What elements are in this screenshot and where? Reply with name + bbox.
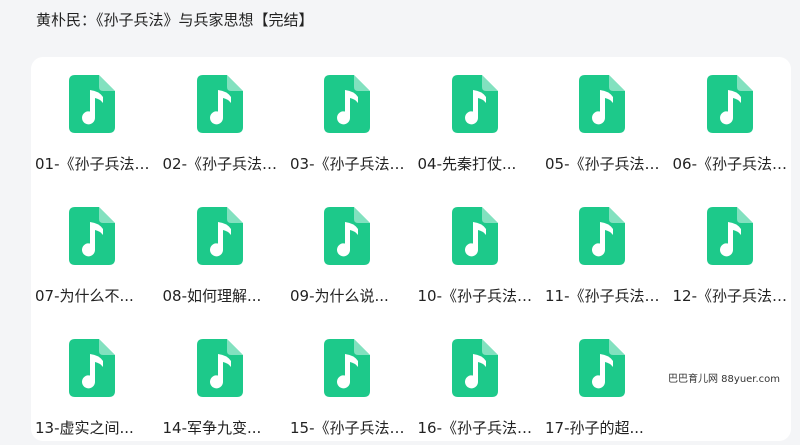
file-item[interactable]: 10-《孙子兵法》...: [414, 189, 538, 313]
folder-title: 黄朴民：《孙子兵法》与兵家思想【完结】: [36, 11, 314, 29]
file-browser-page: 黄朴民：《孙子兵法》与兵家思想【完结】 01-《孙子兵法》... 02-《孙子兵法…: [0, 0, 800, 445]
file-item[interactable]: 01-《孙子兵法》...: [31, 57, 155, 181]
file-item[interactable]: 02-《孙子兵法》...: [159, 57, 283, 181]
file-name: 09-为什么说...: [290, 287, 389, 305]
audio-file-icon: [324, 75, 370, 133]
audio-file-icon: [451, 75, 498, 133]
file-name: 07-为什么不...: [35, 287, 134, 305]
file-item[interactable]: 17-孙子的超...: [541, 321, 665, 445]
audio-file-icon: [451, 339, 498, 397]
file-name: 14-军争九变...: [162, 419, 262, 437]
file-name: 04-先秦打仗...: [417, 155, 517, 173]
audio-file-icon: [69, 339, 115, 397]
audio-file-icon: [579, 75, 625, 133]
file-item[interactable]: 05-《孙子兵法》...: [541, 57, 665, 181]
file-name: 16-《孙子兵法》...: [417, 419, 536, 437]
file-name: 08-如何理解...: [162, 287, 262, 305]
audio-file-icon: [69, 75, 115, 133]
file-name: 02-《孙子兵法》...: [162, 155, 281, 173]
file-name: 01-《孙子兵法》...: [35, 155, 153, 173]
file-name: 06-《孙子兵法》...: [672, 155, 791, 173]
file-item[interactable]: 04-先秦打仗...: [414, 57, 538, 181]
file-item[interactable]: 08-如何理解...: [159, 189, 283, 313]
file-name: 10-《孙子兵法》...: [417, 287, 536, 305]
file-item[interactable]: 03-《孙子兵法》...: [286, 57, 410, 181]
file-item[interactable]: 15-《孙子兵法》...: [286, 321, 410, 445]
audio-file-icon: [579, 207, 625, 265]
file-name: 17-孙子的超...: [545, 419, 644, 437]
file-item[interactable]: 09-为什么说...: [286, 189, 410, 313]
file-name: 05-《孙子兵法》...: [545, 155, 663, 173]
audio-file-icon: [706, 207, 753, 265]
file-item[interactable]: 07-为什么不...: [31, 189, 155, 313]
file-item[interactable]: 11-《孙子兵法》...: [541, 189, 665, 313]
file-name: 11-《孙子兵法》...: [545, 287, 663, 305]
watermark: 巴巴育儿网 88yuer.com: [665, 369, 784, 386]
audio-file-icon: [196, 207, 243, 265]
audio-file-icon: [579, 339, 625, 397]
file-item[interactable]: 12-《孙子兵法》...: [669, 189, 793, 313]
audio-file-icon: [706, 75, 753, 133]
file-item[interactable]: 16-《孙子兵法》...: [414, 321, 538, 445]
audio-file-icon: [196, 75, 243, 133]
file-name: 03-《孙子兵法》...: [290, 155, 408, 173]
file-item[interactable]: 06-《孙子兵法》...: [669, 57, 793, 181]
audio-file-icon: [451, 207, 498, 265]
audio-file-icon: [324, 207, 370, 265]
file-name: 13-虚实之间...: [35, 419, 134, 437]
file-name: 12-《孙子兵法》...: [672, 287, 791, 305]
file-name: 15-《孙子兵法》...: [290, 419, 408, 437]
audio-file-icon: [196, 339, 243, 397]
audio-file-icon: [324, 339, 370, 397]
audio-file-icon: [69, 207, 115, 265]
file-item[interactable]: 14-军争九变...: [159, 321, 283, 445]
file-item[interactable]: 13-虚实之间...: [31, 321, 155, 445]
